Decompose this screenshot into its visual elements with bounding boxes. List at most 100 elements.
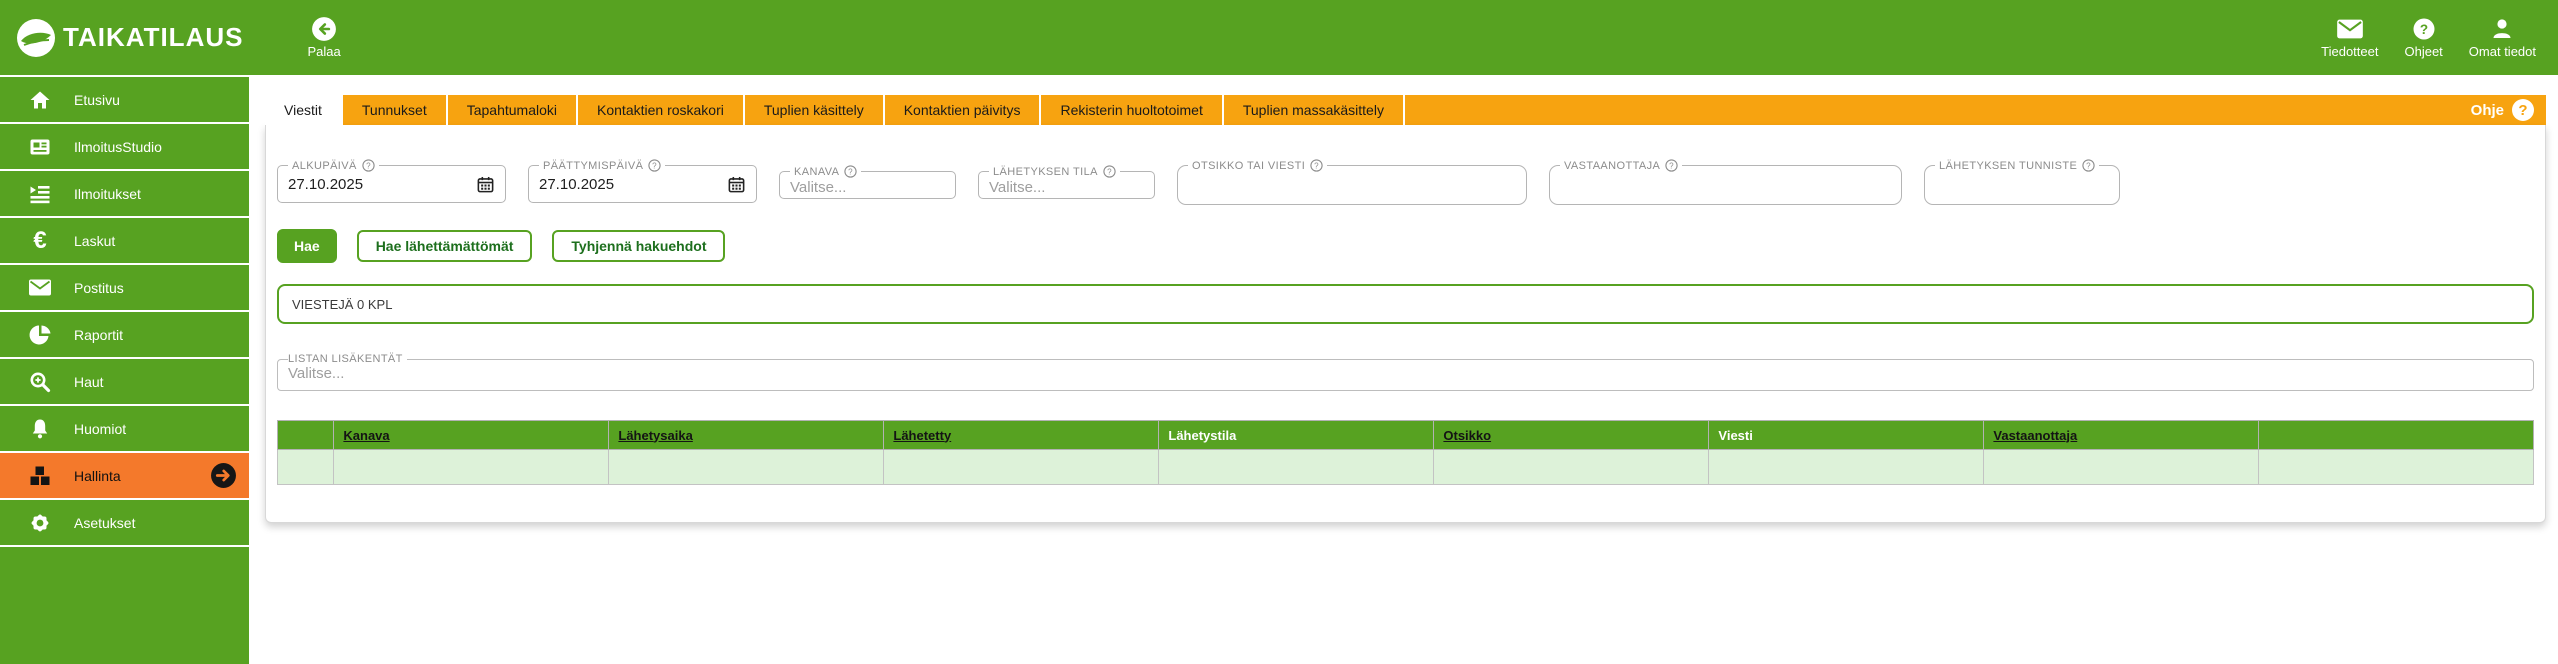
col-lahetystila: Lähetystila: [1159, 421, 1434, 450]
calendar-icon[interactable]: [476, 175, 495, 194]
notices-label: Tiedotteet: [2321, 44, 2378, 59]
send-status-select[interactable]: LÄHETYKSEN TILA? Valitse...: [978, 165, 1155, 199]
envelope-icon: [28, 277, 52, 298]
sidebar-item-asetukset[interactable]: Asetukset: [0, 500, 249, 547]
button-row: Hae Hae lähettämättömät Tyhjennä hakuehd…: [277, 229, 2534, 263]
logo-swoosh-icon: [16, 18, 56, 58]
end-date-label: PÄÄTTYMISPÄIVÄ: [543, 160, 643, 172]
clear-filters-button[interactable]: Tyhjennä hakuehdot: [552, 230, 725, 262]
col-lahetetty[interactable]: Lähetetty: [884, 421, 1159, 450]
cell: [278, 450, 334, 485]
tab-tuplien-kasittely[interactable]: Tuplien käsittely: [745, 95, 885, 125]
svg-text:?: ?: [1669, 161, 1674, 170]
cell: [884, 450, 1159, 485]
pie-chart-icon: [28, 323, 52, 347]
help-icon[interactable]: ?: [648, 159, 661, 172]
search-button[interactable]: Hae: [277, 229, 337, 263]
sidebar-item-ilmoitukset[interactable]: Ilmoitukset: [0, 171, 249, 218]
sidebar-item-hallinta[interactable]: Hallinta: [0, 453, 249, 500]
cell: [2259, 450, 2534, 485]
sidebar-item-laskut[interactable]: € Laskut: [0, 218, 249, 265]
help-label: Ohjeet: [2404, 44, 2442, 59]
recipient-field[interactable]: VASTAANOTTAJA?: [1549, 159, 1902, 205]
question-circle-icon: ?: [2512, 99, 2534, 121]
svg-text:?: ?: [848, 167, 853, 176]
envelope-icon: [2336, 17, 2364, 41]
cell: [334, 450, 609, 485]
indent-list-icon: [28, 182, 52, 206]
channel-select[interactable]: KANAVA? Valitse...: [779, 165, 956, 199]
help-button[interactable]: ? Ohjeet: [2404, 17, 2442, 59]
start-date-label: ALKUPÄIVÄ: [292, 160, 357, 172]
end-date-value[interactable]: 27.10.2025: [539, 176, 614, 193]
help-icon[interactable]: ?: [2082, 159, 2095, 172]
help-icon[interactable]: ?: [1103, 165, 1116, 178]
cell: [1709, 450, 1984, 485]
tab-viestit[interactable]: Viestit: [265, 95, 343, 125]
tab-bar: Viestit Tunnukset Tapahtumaloki Kontakti…: [265, 95, 2546, 125]
recipient-label: VASTAANOTTAJA: [1564, 160, 1660, 172]
col-kanava[interactable]: Kanava: [334, 421, 609, 450]
arrow-right-circle-icon[interactable]: [210, 462, 237, 489]
app-title: TAIKATILAUS: [63, 22, 243, 53]
col-select: [278, 421, 334, 450]
channel-label: KANAVA: [794, 166, 839, 178]
sidebar-item-ilmoitusstudio[interactable]: IlmoitusStudio: [0, 124, 249, 171]
help-icon[interactable]: ?: [1665, 159, 1678, 172]
subject-or-message-field[interactable]: OTSIKKO TAI VIESTI?: [1177, 159, 1527, 205]
extra-fields-select[interactable]: LISTAN LISÄKENTÄT Valitse...: [277, 353, 2534, 391]
messages-table: Kanava Lähetysaika Lähetetty Lähetystila…: [277, 420, 2534, 485]
svg-text:?: ?: [2086, 161, 2091, 170]
tab-tapahtumaloki[interactable]: Tapahtumaloki: [448, 95, 578, 125]
topbar-actions: Tiedotteet ? Ohjeet Omat tiedot: [2321, 17, 2536, 59]
svg-text:?: ?: [1314, 161, 1319, 170]
calendar-icon[interactable]: [727, 175, 746, 194]
home-icon: [28, 88, 52, 112]
person-icon: [2490, 17, 2514, 41]
help-icon[interactable]: ?: [1310, 159, 1323, 172]
sidebar-item-huomiot[interactable]: Huomiot: [0, 406, 249, 453]
back-arrow-icon: [311, 16, 337, 42]
svg-text:?: ?: [366, 161, 371, 170]
back-button[interactable]: Palaa: [307, 16, 340, 59]
end-date-field[interactable]: PÄÄTTYMISPÄIVÄ? 27.10.2025: [528, 159, 757, 203]
tab-kontaktien-roskakori[interactable]: Kontaktien roskakori: [578, 95, 745, 125]
col-vastaanottaja[interactable]: Vastaanottaja: [1984, 421, 2259, 450]
col-viesti: Viesti: [1709, 421, 1984, 450]
help-icon[interactable]: ?: [362, 159, 375, 172]
col-otsikko[interactable]: Otsikko: [1434, 421, 1709, 450]
notices-button[interactable]: Tiedotteet: [2321, 17, 2378, 59]
table-row: [278, 450, 2534, 485]
tab-kontaktien-paivitys[interactable]: Kontaktien päivitys: [885, 95, 1042, 125]
cubes-icon: [28, 464, 52, 488]
help-icon[interactable]: ?: [844, 165, 857, 178]
sidebar-item-etusivu[interactable]: Etusivu: [0, 77, 249, 124]
tab-tuplien-massakasittely[interactable]: Tuplien massakäsittely: [1224, 95, 1405, 125]
viestit-panel: ALKUPÄIVÄ? 27.10.2025 PÄÄTTYMISPÄIVÄ? 27…: [265, 125, 2546, 523]
gear-icon: [28, 511, 52, 535]
search-unsent-button[interactable]: Hae lähettämättömät: [357, 230, 533, 262]
profile-button[interactable]: Omat tiedot: [2469, 17, 2536, 59]
sidebar-item-postitus[interactable]: Postitus: [0, 265, 249, 312]
send-id-label: LÄHETYKSEN TUNNISTE: [1939, 160, 2077, 172]
topbar: TAIKATILAUS Palaa Tiedotteet: [0, 0, 2558, 75]
ohje-button[interactable]: Ohje ?: [2471, 95, 2546, 125]
col-lahetysaika[interactable]: Lähetysaika: [609, 421, 884, 450]
question-circle-icon: ?: [2412, 17, 2436, 41]
extra-fields-placeholder: Valitse...: [288, 365, 2523, 385]
cell: [1434, 450, 1709, 485]
table-header-row: Kanava Lähetysaika Lähetetty Lähetystila…: [278, 421, 2534, 450]
tab-rekisterin-huoltotoimet[interactable]: Rekisterin huoltotoimet: [1041, 95, 1223, 125]
send-status-label: LÄHETYKSEN TILA: [993, 166, 1098, 178]
tabbar-filler: [1405, 95, 2471, 125]
start-date-value[interactable]: 27.10.2025: [288, 176, 363, 193]
tab-tunnukset[interactable]: Tunnukset: [343, 95, 448, 125]
ohje-label: Ohje: [2471, 102, 2504, 119]
start-date-field[interactable]: ALKUPÄIVÄ? 27.10.2025: [277, 159, 506, 203]
back-button-label: Palaa: [307, 44, 340, 59]
send-id-field[interactable]: LÄHETYKSEN TUNNISTE?: [1924, 159, 2120, 205]
filter-row: ALKUPÄIVÄ? 27.10.2025 PÄÄTTYMISPÄIVÄ? 27…: [277, 159, 2534, 205]
sidebar-item-haut[interactable]: Haut: [0, 359, 249, 406]
sidebar-item-raportit[interactable]: Raportit: [0, 312, 249, 359]
cell: [1159, 450, 1434, 485]
